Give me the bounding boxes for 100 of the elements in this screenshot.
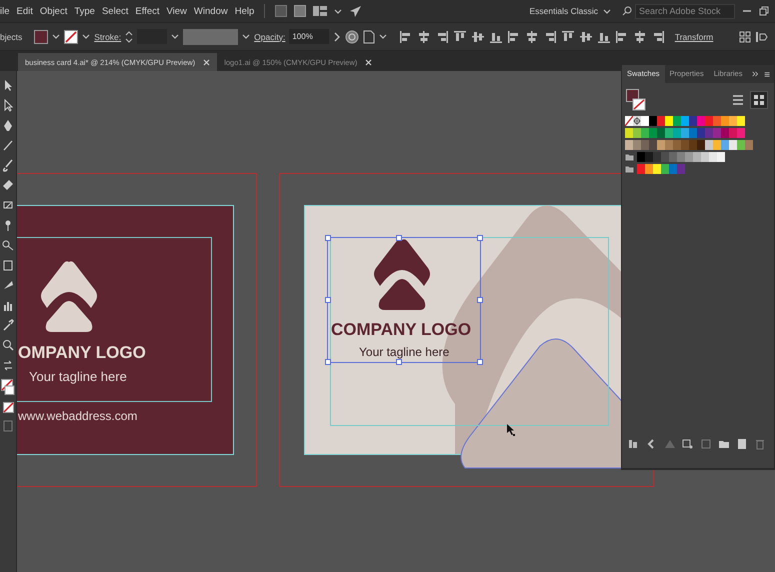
brush-icon[interactable] (2, 159, 14, 172)
color-swatch[interactable] (721, 128, 729, 138)
color-swatch[interactable] (625, 128, 633, 138)
app-square-icon[interactable] (275, 5, 288, 17)
none-swatch-icon[interactable] (625, 116, 633, 126)
color-swatch[interactable] (705, 140, 713, 150)
workspace-switcher[interactable]: Essentials Classic (530, 6, 611, 16)
color-swatch[interactable] (673, 140, 681, 150)
color-swatch[interactable] (721, 140, 729, 150)
color-swatch[interactable] (729, 128, 737, 138)
resize-handle[interactable] (325, 297, 331, 303)
menu-item[interactable]: Type (74, 6, 95, 16)
color-swatch[interactable] (653, 164, 661, 174)
color-swatch[interactable] (713, 116, 721, 126)
color-swatch[interactable] (685, 152, 693, 162)
panel-menu-icon[interactable] (755, 30, 769, 42)
color-swatch[interactable] (645, 164, 653, 174)
color-swatch[interactable] (625, 140, 633, 150)
color-swatch[interactable] (657, 140, 665, 150)
align-icon[interactable] (632, 30, 647, 44)
swap-arrows-icon[interactable] (2, 359, 14, 372)
menu-item[interactable]: Object (40, 6, 68, 16)
color-swatch[interactable] (713, 140, 721, 150)
color-swatch[interactable] (717, 152, 725, 162)
color-swatch[interactable] (713, 128, 721, 138)
menu-item[interactable]: Edit (16, 6, 33, 16)
caret-icon[interactable] (603, 8, 611, 14)
color-swatch[interactable] (681, 140, 689, 150)
document-icon[interactable] (362, 30, 375, 44)
color-swatch[interactable] (745, 140, 753, 150)
transform-link[interactable]: Transform (674, 32, 714, 42)
align-icon[interactable] (398, 30, 413, 44)
color-swatch[interactable] (673, 128, 681, 138)
app-square-icon[interactable] (294, 5, 306, 17)
restore-icon[interactable] (759, 6, 769, 16)
chevron-right-icon[interactable] (332, 32, 341, 42)
color-swatch[interactable] (681, 116, 689, 126)
color-swatch[interactable] (697, 116, 705, 126)
registration-swatch-icon[interactable] (633, 116, 641, 126)
opacity-field[interactable]: 100% (289, 29, 329, 44)
color-swatch[interactable] (661, 164, 669, 174)
menu-item[interactable]: ile (0, 6, 10, 16)
color-swatch[interactable] (641, 128, 649, 138)
color-swatch[interactable] (661, 152, 669, 162)
color-swatch[interactable] (697, 140, 705, 150)
resize-handle[interactable] (396, 359, 402, 365)
stroke-link[interactable]: Stroke: (94, 32, 122, 42)
resize-handle[interactable] (477, 235, 483, 241)
align-icon[interactable] (614, 30, 629, 44)
color-swatch[interactable] (641, 140, 649, 150)
color-swatch[interactable] (737, 116, 745, 126)
color-swatch[interactable] (689, 116, 697, 126)
caret-icon[interactable] (171, 33, 180, 40)
line-icon[interactable] (2, 139, 14, 152)
menu-item[interactable]: Select (102, 6, 128, 16)
selection-box[interactable] (327, 237, 481, 363)
caret-icon[interactable] (378, 33, 387, 40)
search-field[interactable]: Search Adobe Stock (635, 4, 735, 18)
color-swatch[interactable] (637, 152, 645, 162)
color-swatch[interactable] (637, 164, 645, 174)
resize-handle[interactable] (325, 359, 331, 365)
align-icon[interactable] (578, 30, 593, 44)
fill-stroke-icon[interactable] (1, 379, 15, 395)
color-swatch[interactable] (705, 116, 713, 126)
color-swatch[interactable] (633, 140, 641, 150)
folder-icon[interactable] (625, 152, 634, 160)
color-swatch[interactable] (737, 140, 745, 150)
color-swatch[interactable] (665, 140, 673, 150)
color-swatch[interactable] (729, 140, 737, 150)
resize-handle[interactable] (325, 235, 331, 241)
color-swatch[interactable] (709, 152, 717, 162)
globe-icon[interactable] (344, 30, 359, 44)
color-swatch[interactable] (697, 128, 705, 138)
arrow-icon[interactable] (2, 79, 14, 92)
color-swatch[interactable] (649, 128, 657, 138)
folder-icon[interactable] (718, 438, 730, 450)
color-swatch[interactable] (657, 128, 665, 138)
color-swatch[interactable] (665, 116, 673, 126)
layout-icon[interactable] (313, 5, 328, 17)
resize-handle[interactable] (477, 297, 483, 303)
caret-icon[interactable] (82, 33, 90, 40)
caret-icon[interactable] (242, 33, 250, 40)
none-swatch-icon[interactable] (2, 402, 14, 413)
hollow-arrow-icon[interactable] (2, 99, 14, 112)
menu-item[interactable]: Help (234, 6, 254, 16)
artboard-icon[interactable] (2, 259, 14, 272)
color-swatch[interactable] (657, 116, 665, 126)
caret-icon[interactable] (334, 8, 342, 14)
paper-plane-icon[interactable] (349, 4, 362, 18)
menu-item[interactable]: View (166, 6, 187, 16)
color-swatch[interactable] (669, 152, 677, 162)
color-swatch[interactable] (689, 140, 697, 150)
double-chevron-icon[interactable] (752, 70, 759, 78)
color-swatch[interactable] (701, 152, 709, 162)
close-icon[interactable] (365, 58, 372, 66)
new-swatch-icon[interactable] (736, 438, 748, 450)
screen-mode-icon[interactable] (3, 420, 13, 432)
color-swatch[interactable] (737, 128, 745, 138)
color-swatch[interactable] (677, 164, 685, 174)
stroke-swatch-icon[interactable] (64, 30, 78, 44)
